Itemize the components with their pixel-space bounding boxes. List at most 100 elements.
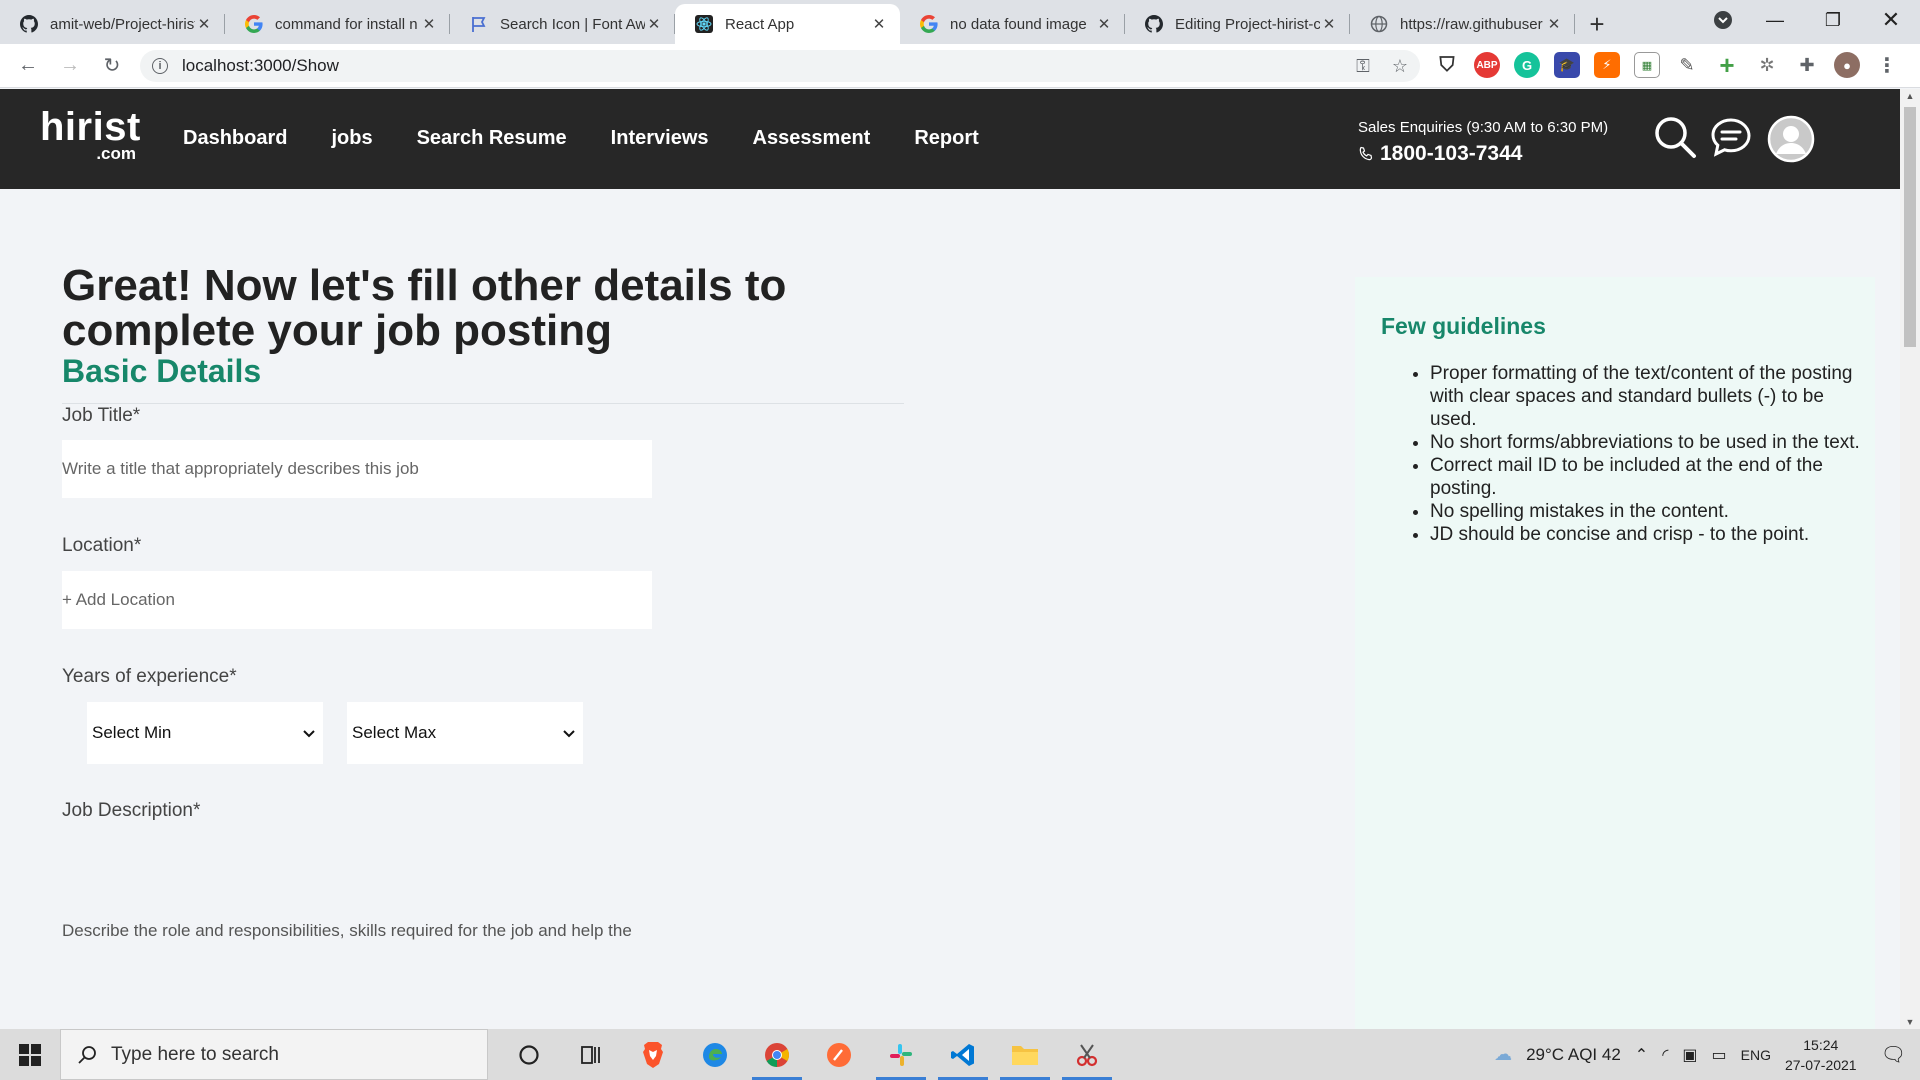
tab-title: command for install n <box>275 15 418 33</box>
devtools-extension-icon[interactable]: ⚡ <box>1594 52 1620 78</box>
windows-start-icon[interactable] <box>0 1029 60 1080</box>
page-scrollbar[interactable]: ▲ ▼ <box>1900 89 1920 1029</box>
back-arrow-icon[interactable]: ← <box>10 48 46 84</box>
nav-jobs[interactable]: jobs <box>331 127 372 150</box>
meet-now-icon[interactable]: ▣ <box>1682 1045 1697 1065</box>
phone-icon <box>1359 146 1373 161</box>
graduation-cap-extension-icon[interactable]: 🎓 <box>1554 52 1580 78</box>
plus-extension-icon[interactable]: + <box>1714 50 1740 80</box>
battery-icon[interactable]: ▭ <box>1712 1045 1727 1065</box>
hirist-logo[interactable]: hirist .com <box>40 107 150 163</box>
chevron-up-icon[interactable]: ⌃ <box>1635 1045 1648 1065</box>
google-icon <box>245 15 263 33</box>
job-description-editor[interactable]: Describe the role and responsibilities, … <box>62 921 632 941</box>
file-explorer-icon[interactable] <box>994 1029 1056 1080</box>
tab-title: Search Icon | Font Aw <box>500 15 645 33</box>
restore-button[interactable]: ❐ <box>1810 0 1856 40</box>
section-title: Basic Details <box>62 353 262 389</box>
window-close-button[interactable]: ✕ <box>1866 0 1916 40</box>
site-header: hirist .com Dashboard jobs Search Resume… <box>0 89 1900 189</box>
tab-separator <box>1574 14 1575 34</box>
info-icon[interactable]: i <box>152 58 168 74</box>
phone-number: 1800-103-7344 <box>1380 142 1523 165</box>
close-icon[interactable]: ✕ <box>645 15 663 33</box>
select-min-value: Select Min <box>92 723 172 742</box>
browser-tab[interactable]: amit-web/Project-hirist ✕ <box>0 4 225 44</box>
address-bar[interactable]: i localhost:3000/Show ⚿ ☆ <box>140 50 1420 82</box>
close-icon[interactable]: ✕ <box>870 15 888 33</box>
task-view-icon[interactable] <box>560 1029 622 1080</box>
tab-search-icon[interactable] <box>1705 0 1741 40</box>
adblock-extension-icon[interactable]: ABP <box>1474 52 1500 78</box>
user-avatar-icon[interactable] <box>1766 114 1816 164</box>
browser-tab[interactable]: Editing Project-hirist-c ✕ <box>1125 4 1350 44</box>
select-max-value: Select Max <box>352 723 437 742</box>
weather-text[interactable]: 29°C AQI 42 <box>1526 1045 1621 1065</box>
puzzle-extensions-icon[interactable]: ✚ <box>1794 52 1820 78</box>
sales-enquiries: Sales Enquiries (9:30 AM to 6:30 PM) 180… <box>1358 119 1608 166</box>
close-icon[interactable]: ✕ <box>420 15 438 33</box>
main-nav: Dashboard jobs Search Resume Interviews … <box>183 127 979 150</box>
nav-assessment[interactable]: Assessment <box>753 127 871 150</box>
search-icon[interactable] <box>1652 114 1698 160</box>
bookmark-star-icon[interactable]: ☆ <box>1392 56 1408 77</box>
browser-tab-strip: amit-web/Project-hirist ✕ command for in… <box>0 0 1920 44</box>
close-icon[interactable]: ✕ <box>1320 15 1338 33</box>
eyedropper-extension-icon[interactable]: ✎ <box>1674 52 1700 78</box>
bug-extension-icon[interactable]: ✲ <box>1754 52 1780 78</box>
nav-interviews[interactable]: Interviews <box>611 127 709 150</box>
location-input[interactable] <box>62 571 652 629</box>
globe-icon <box>1370 15 1388 33</box>
chrome-browser-icon[interactable] <box>746 1029 808 1080</box>
forward-arrow-icon[interactable]: → <box>52 48 88 84</box>
wifi-icon[interactable]: ◜ <box>1662 1045 1668 1065</box>
experience-max-select[interactable]: Select Max <box>347 702 583 764</box>
windows-taskbar: Type here to search ☁ 29°C AQI 42 ⌃ ◜ ▣ … <box>0 1029 1920 1080</box>
grammarly-extension-icon[interactable]: G <box>1514 52 1540 78</box>
reload-icon[interactable]: ↻ <box>94 48 130 84</box>
calendar-extension-icon[interactable]: ▦ <box>1634 52 1660 78</box>
close-icon[interactable]: ✕ <box>195 15 213 33</box>
nav-dashboard[interactable]: Dashboard <box>183 127 287 150</box>
scroll-down-arrow-icon[interactable]: ▼ <box>1904 1017 1916 1027</box>
location-label: Location* <box>62 535 142 556</box>
slack-icon[interactable] <box>870 1029 932 1080</box>
sales-phone[interactable]: 1800-103-7344 <box>1358 142 1608 166</box>
new-tab-button[interactable]: + <box>1575 4 1619 44</box>
edge-browser-icon[interactable] <box>684 1029 746 1080</box>
weather-icon[interactable]: ☁ <box>1494 1044 1512 1065</box>
close-icon[interactable]: ✕ <box>1545 15 1563 33</box>
brave-browser-icon[interactable] <box>622 1029 684 1080</box>
profile-avatar-icon[interactable]: ● <box>1834 52 1860 78</box>
postman-icon[interactable] <box>808 1029 870 1080</box>
guideline-item: No short forms/abbreviations to be used … <box>1430 431 1860 454</box>
browser-menu-icon[interactable]: ⋮ <box>1874 52 1900 78</box>
vscode-icon[interactable] <box>932 1029 994 1080</box>
guidelines-list: Proper formatting of the text/content of… <box>1430 362 1860 546</box>
nav-report[interactable]: Report <box>914 127 978 150</box>
logo-domain: .com <box>96 144 136 163</box>
browser-tab[interactable]: command for install n ✕ <box>225 4 450 44</box>
guideline-item: Proper formatting of the text/content of… <box>1430 362 1860 431</box>
shield-extension-icon[interactable]: ⛉ <box>1434 52 1460 78</box>
taskbar-search-box[interactable]: Type here to search <box>60 1029 488 1080</box>
language-indicator[interactable]: ENG <box>1741 1047 1771 1063</box>
job-title-input[interactable] <box>62 440 652 498</box>
scroll-up-arrow-icon[interactable]: ▲ <box>1904 91 1916 101</box>
chat-icon[interactable] <box>1708 114 1754 160</box>
notifications-icon[interactable]: 🗨 <box>1881 1042 1906 1067</box>
tab-title: no data found image <box>950 15 1087 33</box>
nav-search-resume[interactable]: Search Resume <box>417 127 567 150</box>
cortana-icon[interactable] <box>498 1029 560 1080</box>
experience-min-select[interactable]: Select Min <box>87 702 323 764</box>
browser-tab-active[interactable]: React App ✕ <box>675 4 900 44</box>
browser-tab[interactable]: https://raw.githubuser ✕ <box>1350 4 1575 44</box>
snipping-tool-icon[interactable] <box>1056 1029 1118 1080</box>
close-icon[interactable]: ✕ <box>1095 15 1113 33</box>
minimize-button[interactable]: — <box>1752 0 1798 40</box>
browser-tab[interactable]: no data found image ✕ <box>900 4 1125 44</box>
scrollbar-thumb[interactable] <box>1904 107 1916 347</box>
key-icon[interactable]: ⚿ <box>1356 56 1370 77</box>
browser-tab[interactable]: Search Icon | Font Aw ✕ <box>450 4 675 44</box>
clock[interactable]: 15:24 27-07-2021 <box>1785 1035 1857 1075</box>
